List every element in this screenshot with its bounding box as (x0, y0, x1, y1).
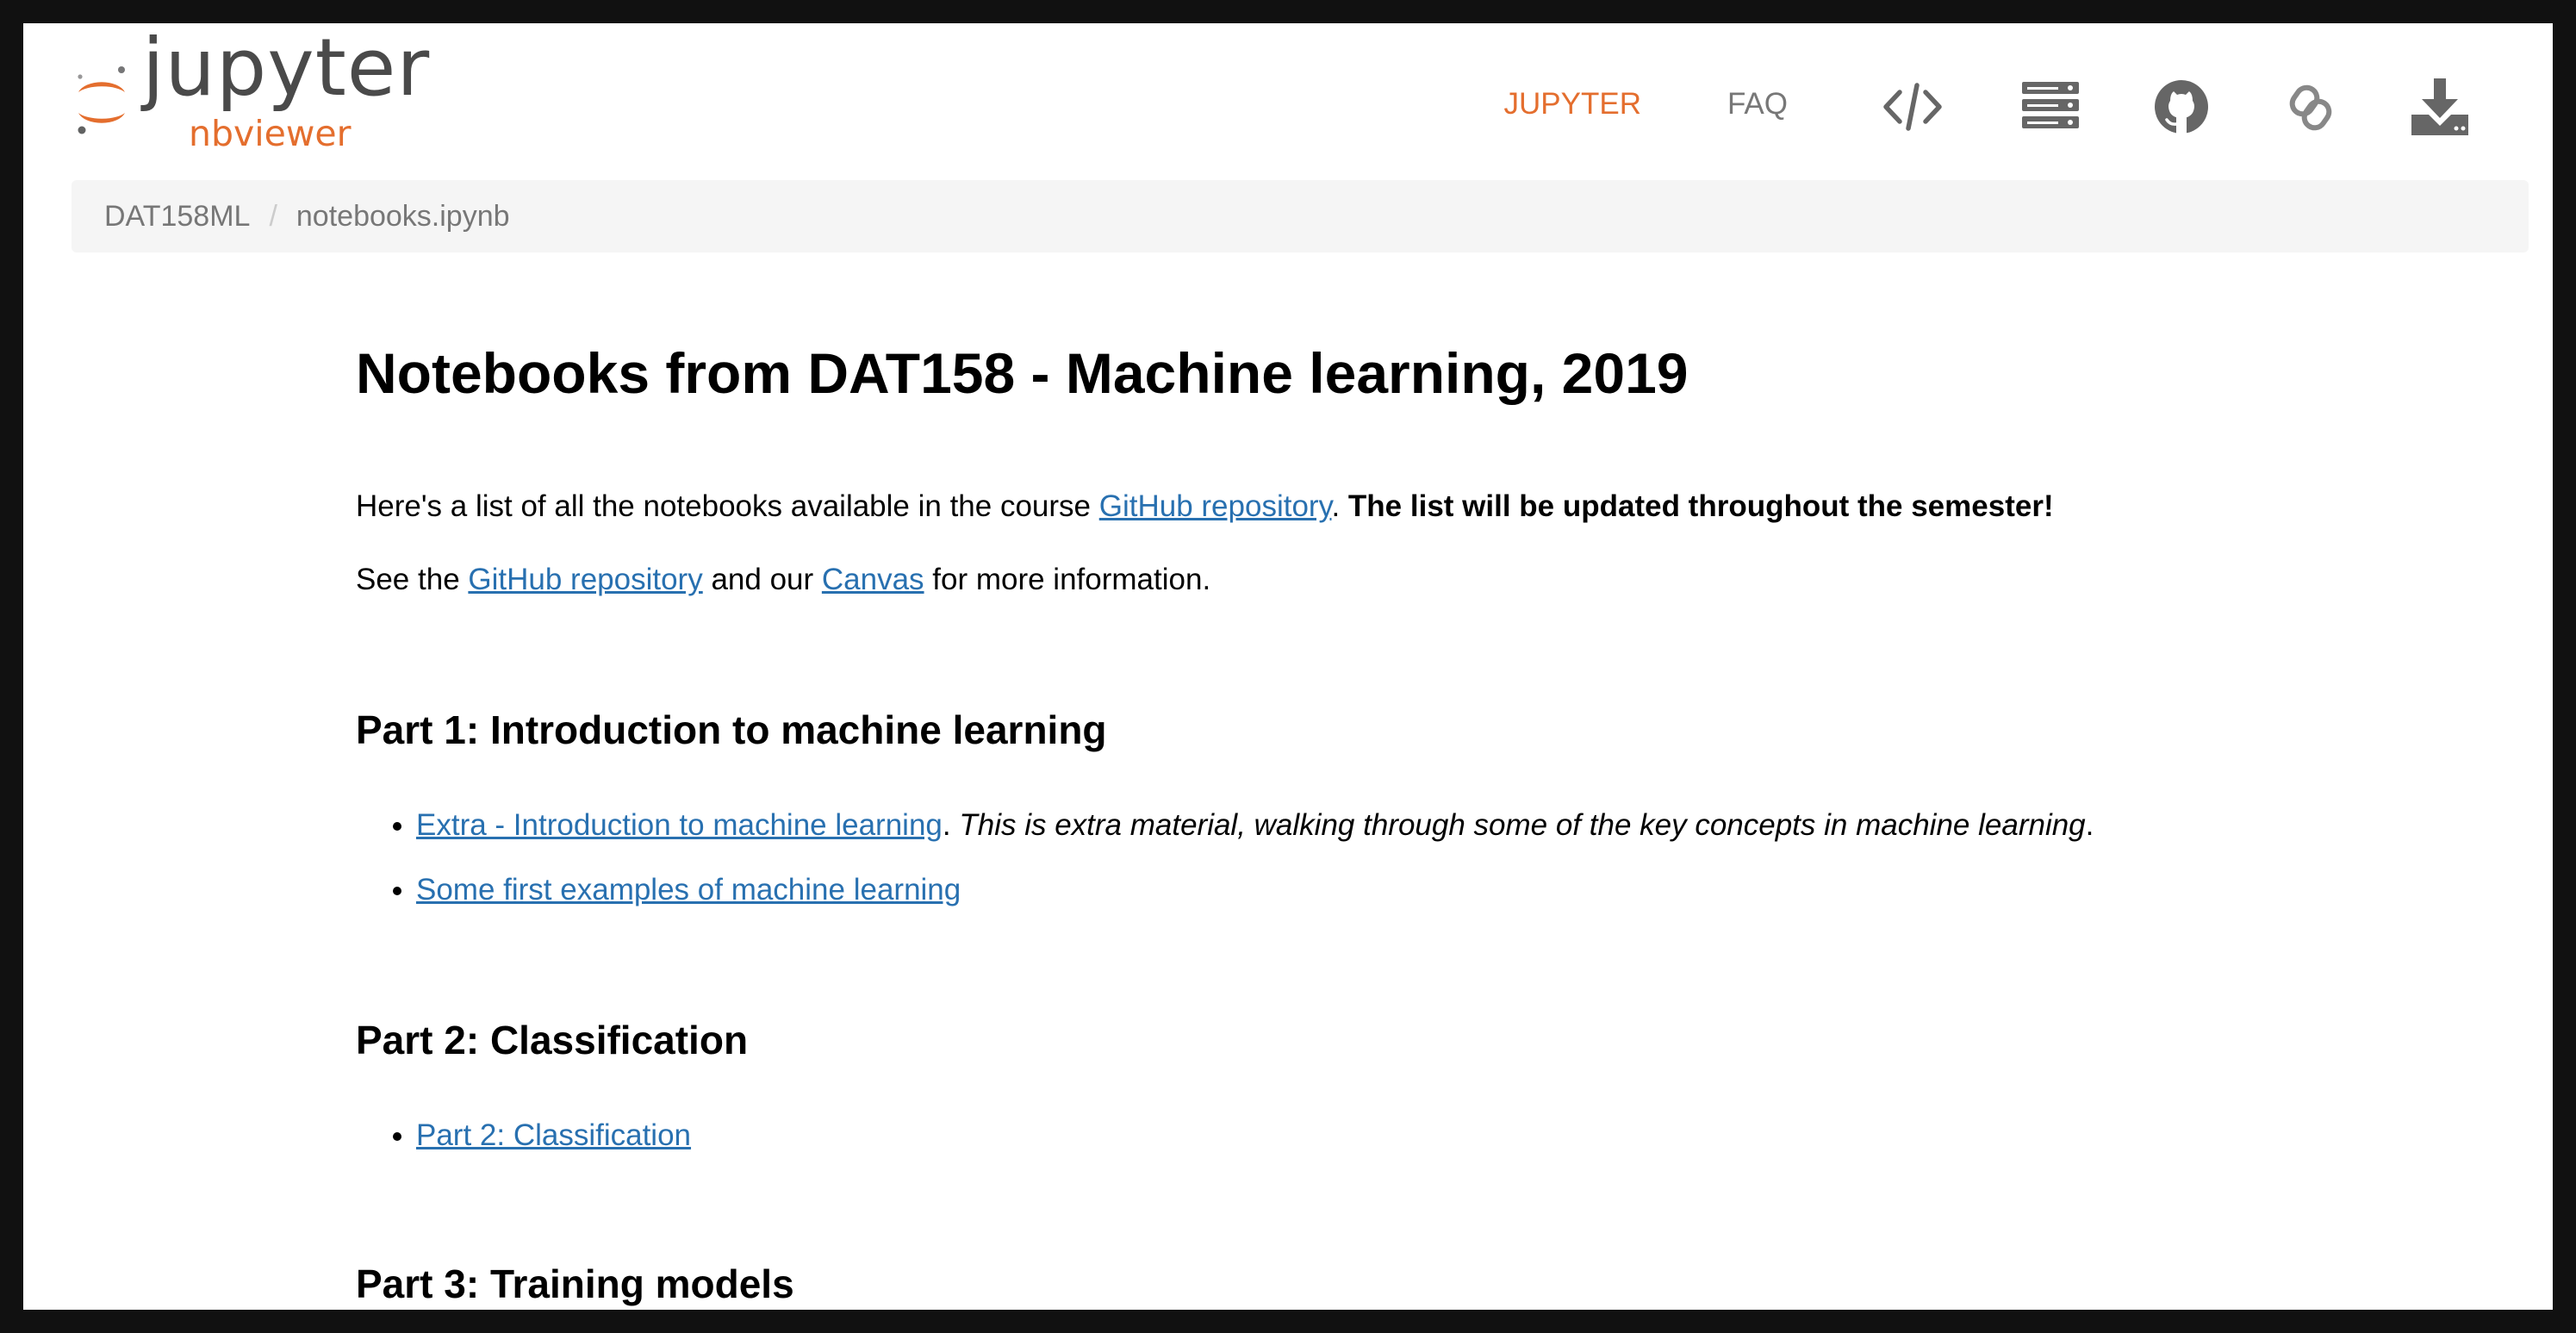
list-item: Some first examples of machine learning (416, 872, 2094, 908)
jupyter-nbviewer-logo[interactable]: jupyter nbviewer (72, 28, 451, 178)
notebook-link-intro-ml[interactable]: Extra - Introduction to machine learning (416, 808, 943, 842)
code-icon[interactable] (1882, 77, 1943, 137)
item-separator: . (942, 808, 960, 842)
update-notice: The list will be updated throughout the … (1347, 489, 2054, 523)
info-text-pre: See the (356, 563, 469, 596)
info-paragraph: See the GitHub repository and our Canvas… (356, 562, 1210, 598)
nav-faq-link[interactable]: FAQ (1727, 89, 1788, 119)
section-heading-part3: Part 3: Training models (356, 1261, 794, 1306)
info-text-post: for more information. (924, 563, 1211, 596)
notebook-link-first-examples[interactable]: Some first examples of machine learning (416, 873, 961, 906)
intro-paragraph: Here's a list of all the notebooks avail… (356, 489, 2054, 525)
section-heading-part2: Part 2: Classification (356, 1018, 749, 1062)
part1-notebook-list: Extra - Introduction to machine learning… (356, 807, 2094, 937)
github-repository-link-2[interactable]: GitHub repository (468, 563, 702, 596)
item-note: This is extra material, walking through … (959, 808, 2086, 842)
list-item: Part 2: Classification (416, 1118, 691, 1154)
github-repository-link[interactable]: GitHub repository (1099, 489, 1332, 523)
breadcrumb-separator: / (269, 200, 277, 233)
logo-subtitle: nbviewer (189, 113, 352, 154)
item-end: . (2085, 808, 2094, 842)
part2-notebook-list: Part 2: Classification (356, 1118, 691, 1182)
section-heading-part1: Part 1: Introduction to machine learning (356, 707, 1107, 752)
jupyter-logo-icon (78, 66, 125, 134)
info-text-mid: and our (702, 563, 822, 596)
github-icon[interactable] (2151, 77, 2212, 137)
intro-text-separator: . (1331, 489, 1348, 523)
list-item: Extra - Introduction to machine learning… (416, 807, 2094, 844)
intro-text: Here's a list of all the notebooks avail… (356, 489, 1099, 523)
chain-link-icon[interactable] (2280, 77, 2341, 137)
breadcrumb: DAT158ML / notebooks.ipynb (72, 180, 2529, 252)
notebook-link-classification[interactable]: Part 2: Classification (416, 1118, 691, 1152)
breadcrumb-item-notebooks[interactable]: notebooks.ipynb (296, 200, 510, 233)
breadcrumb-item-dat158ml[interactable]: DAT158ML (104, 200, 250, 233)
logo-wordmark: jupyter (142, 23, 431, 114)
canvas-link[interactable]: Canvas (822, 563, 924, 596)
nav-jupyter-link[interactable]: JUPYTER (1504, 89, 1641, 119)
page-title: Notebooks from DAT158 - Machine learning… (356, 341, 1689, 405)
page-frame: jupyter nbviewer JUPYTER FAQ DAT158ML / … (23, 23, 2553, 1310)
server-icon[interactable] (2020, 77, 2081, 137)
download-icon[interactable] (2410, 77, 2470, 137)
